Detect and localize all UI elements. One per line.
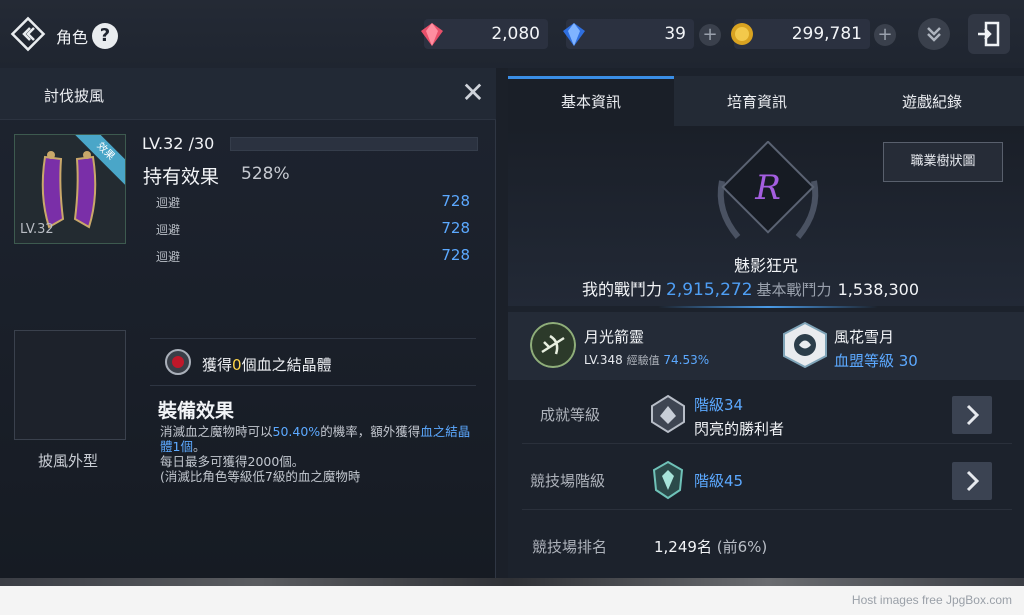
class-tree-button[interactable]: 職業樹狀圖 <box>883 142 1003 182</box>
achievement-row: 成就等級 階級34 閃亮的勝利者 <box>522 384 1012 444</box>
tab-game-record[interactable]: 遊戲紀錄 <box>840 76 1024 126</box>
gold-amount: 299,781 <box>791 24 862 44</box>
stat-row: 迴避 728 <box>156 219 474 241</box>
class-emblem-icon: R <box>717 141 819 239</box>
back-icon <box>10 16 46 52</box>
page-title: 角色 <box>56 28 89 47</box>
expand-button[interactable] <box>918 18 950 50</box>
panel-title: 討伐披風 <box>44 87 105 105</box>
sapphire-icon <box>563 23 585 46</box>
owned-effect-percent: 528% <box>241 164 290 184</box>
crystal-count: 0 <box>232 356 242 374</box>
stat-value: 728 <box>441 192 470 210</box>
equip-effect-title: 裝備效果 <box>158 400 235 422</box>
divider-glow <box>658 306 878 308</box>
achievement-title: 閃亮的勝利者 <box>694 420 785 438</box>
character-name: 魅影狂咒 <box>733 256 798 275</box>
stat-name: 迴避 <box>156 250 181 264</box>
sapphire-currency: 39 <box>563 19 694 49</box>
gold-coin-icon <box>731 23 753 45</box>
crystal-gain-row: 獲得0個血之結晶體 <box>150 338 476 386</box>
cloak-appearance-slot[interactable] <box>14 330 126 440</box>
gold-currency: 299,781 <box>731 19 870 49</box>
cloak-item-slot[interactable]: 效果 LV.32 <box>14 134 126 244</box>
arena-tier-row: 競技場階級 階級45 <box>522 450 1012 510</box>
clan-name: 風花雪月 <box>834 328 895 346</box>
exit-button[interactable] <box>968 14 1010 54</box>
achievement-detail-button[interactable] <box>952 396 992 434</box>
arena-tier-label: 競技場階級 <box>530 472 606 490</box>
equip-effect-description: 消滅血之魔物時可以50.40%的機率，額外獲得血之結晶體1個。 每日最多可獲得20… <box>160 424 471 484</box>
help-button[interactable]: ? <box>92 23 118 49</box>
cloak-appearance-label: 披風外型 <box>38 452 99 470</box>
add-gold-button[interactable]: + <box>874 24 896 46</box>
svg-text:R: R <box>754 168 781 208</box>
arena-detail-button[interactable] <box>952 462 992 500</box>
crystal-gain-text: 獲得0個血之結晶體 <box>202 356 332 374</box>
sapphire-amount: 39 <box>664 24 686 44</box>
profile-section: R 職業樹狀圖 魅影狂咒 我的戰鬥力 2,915,272 基本戰鬥力 1,538,30… <box>508 126 1024 306</box>
character-info-panel: 基本資訊 培育資訊 遊戲紀錄 R 職業樹狀圖 魅影狂咒 我的戰鬥力 2,915,2… <box>508 68 1024 578</box>
guardian-name: 月光箭靈 <box>584 328 645 346</box>
stat-name: 迴避 <box>156 196 181 210</box>
arena-rank-label: 競技場排名 <box>532 538 608 556</box>
top-bar: 角色 ? 2,080 39 + 299,781 + <box>0 0 1024 68</box>
combat-power-row: 我的戰鬥力 2,915,272 基本戰鬥力 1,538,300 <box>582 280 919 300</box>
exit-door-icon <box>978 21 1000 47</box>
base-combat-power: 1,538,300 <box>837 280 919 299</box>
chevron-right-icon <box>966 470 980 492</box>
tab-growth-info[interactable]: 培育資訊 <box>674 76 840 126</box>
double-chevron-down-icon <box>927 27 941 42</box>
item-level: LV.32 <box>20 222 54 237</box>
arena-rank-row: 競技場排名 1,249名 (前6%) <box>522 516 1012 576</box>
achievement-badge-icon <box>651 394 685 434</box>
level-progress-bar <box>230 137 478 151</box>
watermark-footer: Host images free JpgBox.com <box>0 586 1024 615</box>
owned-effect-label: 持有效果 <box>143 166 220 188</box>
stat-name: 迴避 <box>156 223 181 237</box>
ruby-amount: 2,080 <box>491 24 540 44</box>
back-button[interactable] <box>10 16 46 52</box>
guardian-level: LV.348 經驗值 74.53% <box>584 353 710 367</box>
level-label: LV.32 /30 <box>142 134 215 153</box>
guardian-avatar-icon[interactable] <box>530 322 576 368</box>
achievement-tier: 階級34 <box>694 396 744 414</box>
ruby-currency: 2,080 <box>421 19 548 49</box>
chevron-right-icon <box>966 404 980 426</box>
bottom-strip <box>0 578 1024 586</box>
achievement-label: 成就等級 <box>540 406 601 424</box>
blood-crystal-icon <box>165 349 191 375</box>
stat-row: 迴避 728 <box>156 246 474 268</box>
arena-tier: 階級45 <box>694 472 744 490</box>
cloak-detail-panel: 討伐披風 ✕ 效果 LV.32 LV.32 /30 持有效果 528% 迴避 7… <box>0 68 496 578</box>
guardian-clan-row: 月光箭靈 LV.348 經驗值 74.53% 風花雪月 血盟等級 30 <box>508 312 1024 380</box>
close-button[interactable]: ✕ <box>458 78 488 108</box>
clan-lion-icon[interactable] <box>782 322 828 368</box>
stat-value: 728 <box>441 219 470 237</box>
panel-header: 討伐披風 ✕ <box>0 68 496 120</box>
arena-rank-value: 1,249名 (前6%) <box>654 538 768 556</box>
stat-value: 728 <box>441 246 470 264</box>
tab-basic-info[interactable]: 基本資訊 <box>508 76 674 126</box>
stat-row: 迴避 728 <box>156 192 474 214</box>
my-combat-power: 2,915,272 <box>666 280 753 300</box>
add-sapphire-button[interactable]: + <box>699 24 721 46</box>
arena-badge-icon <box>652 460 684 500</box>
clan-level: 血盟等級 30 <box>834 352 918 370</box>
ruby-icon <box>421 23 443 46</box>
watermark-text: Host images free JpgBox.com <box>851 593 1012 607</box>
